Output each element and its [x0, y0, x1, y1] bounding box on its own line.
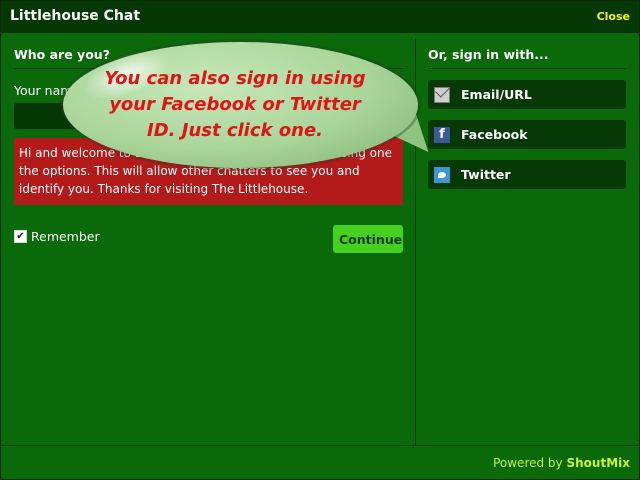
remember-checkbox[interactable]: ✔ [14, 230, 27, 243]
title-bar: Littlehouse Chat Close [1, 1, 639, 33]
remember-label: Remember [31, 229, 100, 244]
social-signin-panel: Or, sign in with... Email/URL f Facebook… [428, 47, 626, 189]
twitter-button[interactable]: Twitter [428, 160, 626, 189]
close-link[interactable]: Close [597, 10, 630, 23]
facebook-label: Facebook [461, 127, 528, 142]
remember-row: ✔ Remember Continue [14, 225, 403, 253]
shoutmix-link[interactable]: ShoutMix [566, 456, 630, 470]
facebook-button[interactable]: f Facebook [428, 120, 626, 149]
remember-checkbox-label[interactable]: ✔ Remember [14, 229, 100, 244]
email-url-button[interactable]: Email/URL [428, 80, 626, 109]
twitter-icon [434, 166, 450, 183]
continue-button[interactable]: Continue [333, 225, 403, 253]
facebook-icon: f [434, 126, 450, 143]
email-url-label: Email/URL [461, 87, 532, 102]
footer-divider [1, 445, 639, 446]
twitter-label: Twitter [461, 167, 511, 182]
footer: Powered by ShoutMix [493, 456, 630, 470]
envelope-icon [434, 86, 450, 103]
speech-balloon-text: You can also sign in using your Facebook… [104, 68, 366, 141]
window-title: Littlehouse Chat [10, 8, 141, 24]
section-title-signin: Or, sign in with... [428, 47, 626, 69]
powered-by-label: Powered by [493, 456, 563, 470]
